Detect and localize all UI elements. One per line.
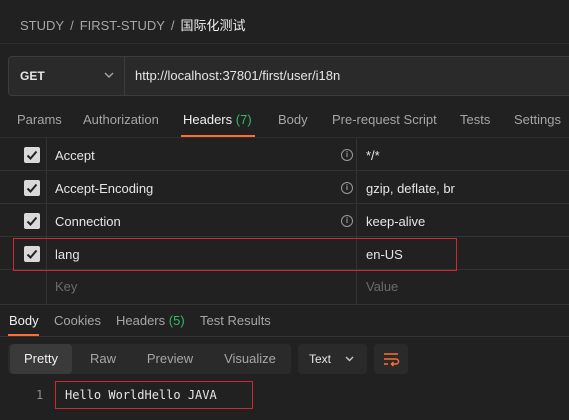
check-icon [26, 216, 38, 226]
response-tab-cookies[interactable]: Cookies [54, 313, 101, 328]
header-key[interactable]: Accept-Encoding [55, 181, 153, 196]
breadcrumb-item-study[interactable]: STUDY [20, 18, 64, 33]
header-value[interactable]: */* [366, 148, 380, 163]
divider [0, 336, 569, 337]
value-input[interactable]: Value [366, 279, 398, 294]
view-mode-raw[interactable]: Raw [74, 344, 132, 374]
breadcrumb-separator: / [170, 18, 175, 33]
connection-checkbox[interactable] [24, 213, 40, 229]
header-value[interactable]: keep-alive [366, 214, 425, 229]
chevron-down-icon [345, 356, 354, 362]
header-key[interactable]: Connection [55, 214, 121, 229]
format-label: Text [309, 352, 332, 366]
breadcrumb-current[interactable]: 国际化测试 [181, 18, 246, 33]
chevron-down-icon [104, 72, 114, 78]
divider [0, 43, 569, 44]
tab-settings[interactable]: Settings [514, 112, 561, 127]
view-mode-pretty[interactable]: Pretty [10, 344, 72, 374]
check-icon [26, 183, 38, 193]
line-number: 1 [36, 388, 44, 402]
highlight-box [55, 381, 253, 409]
tab-params[interactable]: Params [17, 112, 62, 127]
accept-checkbox[interactable] [24, 147, 40, 163]
breadcrumb: STUDY / FIRST-STUDY / 国际化测试 [20, 15, 246, 34]
wrap-icon [384, 353, 400, 367]
highlight-box [13, 238, 457, 271]
tab-headers-count: (7) [235, 112, 252, 127]
tab-pre-request-script[interactable]: Pre-request Script [332, 112, 437, 127]
view-mode-preview[interactable]: Preview [136, 344, 204, 374]
table-row [0, 270, 569, 303]
response-tab-test-results[interactable]: Test Results [200, 313, 271, 328]
response-tab-body[interactable]: Body [9, 313, 39, 328]
response-tab-headers-label: Headers [116, 313, 166, 328]
response-tab-headers[interactable]: Headers (5) [116, 313, 185, 328]
tab-headers[interactable]: Headers (7) [183, 112, 252, 127]
tab-headers-label: Headers [183, 112, 233, 127]
header-key[interactable]: Accept [55, 148, 95, 163]
info-icon[interactable]: i [341, 149, 353, 161]
response-tab-headers-count: (5) [168, 313, 185, 328]
breadcrumb-item-first-study[interactable]: FIRST-STUDY [80, 18, 165, 33]
header-value[interactable]: gzip, deflate, br [366, 181, 455, 196]
info-icon[interactable]: i [341, 215, 353, 227]
url-text: http://localhost:37801/first/user/i18n [135, 68, 341, 83]
tab-tests[interactable]: Tests [460, 112, 490, 127]
divider [0, 304, 569, 305]
key-input[interactable]: Key [55, 279, 77, 294]
check-icon [26, 150, 38, 160]
method-label: GET [20, 69, 45, 83]
view-mode-visualize[interactable]: Visualize [212, 344, 288, 374]
tab-authorization[interactable]: Authorization [83, 112, 159, 127]
accept-encoding-checkbox[interactable] [24, 180, 40, 196]
info-icon[interactable]: i [341, 182, 353, 194]
wrap-lines-button[interactable] [374, 344, 408, 374]
breadcrumb-separator: / [70, 18, 74, 33]
tab-body[interactable]: Body [278, 112, 308, 127]
